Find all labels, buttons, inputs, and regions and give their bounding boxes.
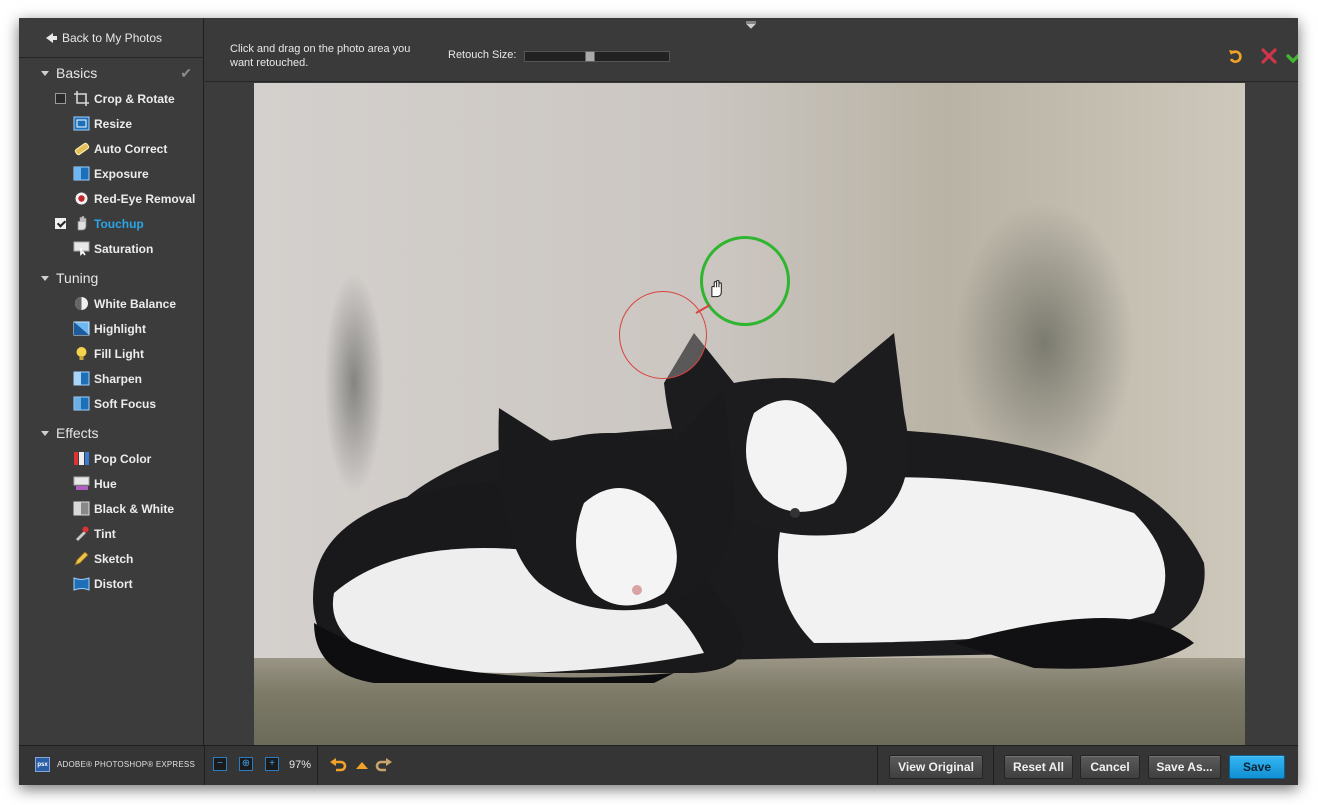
divider xyxy=(317,746,318,785)
zoom-fit-button[interactable]: ⊕ xyxy=(239,757,253,771)
tool-label: Red-Eye Removal xyxy=(94,192,196,206)
section-basics[interactable]: Basics ✔ xyxy=(19,61,204,85)
sharpen-icon xyxy=(73,371,90,386)
back-to-photos-button[interactable]: Back to My Photos xyxy=(19,18,204,58)
divider xyxy=(877,746,878,785)
tool-label: Pop Color xyxy=(94,452,152,466)
soft-focus-icon xyxy=(73,396,90,411)
bottom-bar: psx ADOBE® PHOTOSHOP® EXPRESS − ⊕ + 97% … xyxy=(19,745,1298,785)
tool-label: Exposure xyxy=(94,167,149,181)
bulb-icon xyxy=(76,347,87,360)
cancel-button[interactable]: Cancel xyxy=(1080,755,1140,779)
section-done-check-icon: ✔ xyxy=(180,65,192,81)
tool-label: Saturation xyxy=(94,242,154,256)
tool-checkbox[interactable] xyxy=(55,93,66,104)
tool-label: Sketch xyxy=(94,552,134,566)
tool-label: Hue xyxy=(94,477,117,491)
tool-checkbox[interactable] xyxy=(55,218,66,229)
section-tuning-title: Tuning xyxy=(56,270,99,286)
retouch-size-slider[interactable] xyxy=(524,51,670,62)
tool-label: Fill Light xyxy=(94,347,144,361)
tool-label: Soft Focus xyxy=(94,397,156,411)
expand-triangle-icon xyxy=(41,430,49,436)
hand-cursor-icon xyxy=(711,279,722,298)
white-balance-icon xyxy=(75,297,88,310)
auto-correct-icon xyxy=(74,142,90,156)
retouch-size-label: Retouch Size: xyxy=(448,49,517,61)
slider-handle[interactable] xyxy=(585,51,595,62)
back-to-photos-label: Back to My Photos xyxy=(62,30,163,45)
save-button[interactable]: Save xyxy=(1229,755,1285,779)
brand-text: ADOBE® PHOTOSHOP® EXPRESS xyxy=(57,760,196,769)
accept-edit-button[interactable] xyxy=(1285,45,1298,67)
accept-check-icon xyxy=(1286,53,1298,64)
tool-label: Touchup xyxy=(94,217,144,231)
psx-logo: psx xyxy=(35,757,50,772)
divider xyxy=(204,746,205,785)
back-arrow-icon xyxy=(46,32,57,43)
section-basics-title: Basics xyxy=(56,65,98,81)
history-up-icon[interactable] xyxy=(353,757,371,773)
section-tuning[interactable]: Tuning xyxy=(19,266,204,290)
pop-color-icon xyxy=(74,452,89,465)
distort-icon xyxy=(73,577,90,591)
save-as-button[interactable]: Save As... xyxy=(1148,755,1221,779)
expand-triangle-icon xyxy=(41,275,49,281)
cancel-edit-button[interactable] xyxy=(1258,45,1280,67)
view-original-button[interactable]: View Original xyxy=(889,755,983,779)
tool-label: Tint xyxy=(94,527,116,541)
section-effects[interactable]: Effects xyxy=(19,421,204,445)
highlight-icon xyxy=(73,321,90,336)
tool-label: Crop & Rotate xyxy=(94,92,175,106)
divider xyxy=(993,746,994,785)
reset-button[interactable] xyxy=(1225,45,1247,67)
hue-icon xyxy=(73,476,90,490)
tool-label: Resize xyxy=(94,117,133,131)
app-window: Back to My Photos Basics ✔ Crop & Rotate… xyxy=(19,18,1298,785)
section-effects-title: Effects xyxy=(56,425,99,441)
tint-icon xyxy=(76,526,89,541)
expand-triangle-icon xyxy=(41,70,49,76)
photo-canvas xyxy=(205,83,1298,745)
zoom-level: 97% xyxy=(289,759,312,771)
resize-icon xyxy=(73,116,90,131)
tool-label: Black & White xyxy=(94,502,175,516)
photo-area[interactable] xyxy=(254,83,1245,745)
cats-photo xyxy=(313,333,1205,683)
exposure-icon xyxy=(73,166,90,181)
tool-label: Highlight xyxy=(94,322,146,336)
tool-label: Auto Correct xyxy=(94,142,168,156)
crop-icon xyxy=(74,91,89,106)
red-eye-icon xyxy=(75,192,88,205)
instruction-text: Click and drag on the photo area you wan… xyxy=(230,43,411,69)
cancel-x-icon xyxy=(1261,48,1277,64)
tool-label: White Balance xyxy=(94,297,177,311)
reset-all-button[interactable]: Reset All xyxy=(1004,755,1073,779)
zoom-in-button[interactable]: + xyxy=(265,757,279,771)
tool-label: Sharpen xyxy=(94,372,143,386)
reset-icon xyxy=(1229,50,1242,63)
brand: psx ADOBE® PHOTOSHOP® EXPRESS xyxy=(35,757,195,772)
zoom-out-button[interactable]: − xyxy=(213,757,227,771)
edit-toolbar: Click and drag on the photo area you wan… xyxy=(205,18,1298,82)
redo-icon[interactable] xyxy=(375,757,393,773)
collapse-panel-icon[interactable] xyxy=(745,21,757,31)
undo-icon[interactable] xyxy=(329,757,347,773)
black-white-icon xyxy=(73,501,90,516)
touchup-hand-icon xyxy=(77,215,87,231)
saturation-icon xyxy=(73,241,90,256)
tool-label: Distort xyxy=(94,577,133,591)
tools-sidebar: Back to My Photos Basics ✔ Crop & Rotate… xyxy=(19,18,204,745)
ring-connector xyxy=(695,304,711,314)
sketch-icon xyxy=(74,551,89,566)
